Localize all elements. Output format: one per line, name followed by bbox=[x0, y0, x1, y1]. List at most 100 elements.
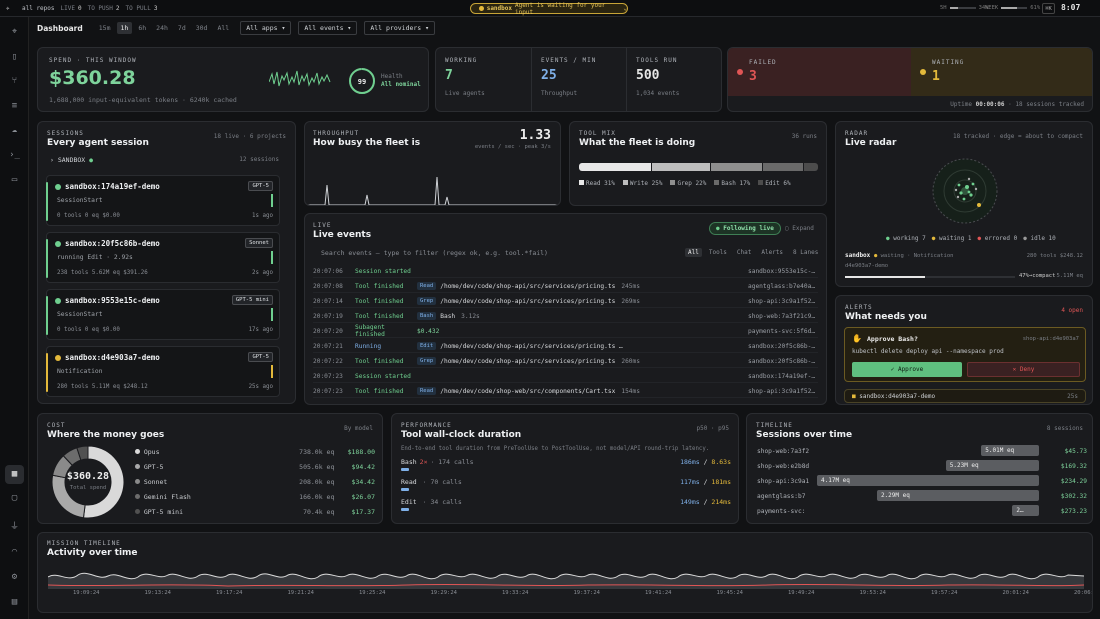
gear-icon[interactable]: ⚙ bbox=[9, 572, 20, 583]
providers-dropdown[interactable]: All providers ▾ bbox=[364, 21, 436, 35]
range-option-3[interactable]: 24h bbox=[152, 22, 172, 34]
event-tab-0[interactable]: All bbox=[685, 248, 702, 257]
session-card[interactable]: sandbox:9553e15c-demo GPT-5 mini SessionSt… bbox=[46, 289, 280, 340]
repo-selector[interactable]: all repos bbox=[22, 5, 55, 12]
timeline-track: 5.23M eq bbox=[817, 460, 1039, 471]
event-detail: /home/dev/code/shop-api/src/services/pri… bbox=[440, 297, 616, 305]
following-live-toggle[interactable]: ● Following live bbox=[709, 222, 781, 235]
plug-icon[interactable]: ⏚ bbox=[9, 522, 20, 533]
approve-button[interactable]: ✓ Approve bbox=[852, 362, 962, 377]
cost-model: Gemini Flash bbox=[143, 492, 191, 501]
live-label: LIVE bbox=[313, 222, 332, 229]
session-card[interactable]: sandbox:20f5c86b-demo Sonnet running Edit … bbox=[46, 232, 280, 283]
timeline-bar: 5.01M eq bbox=[981, 445, 1039, 456]
event-row[interactable]: 20:07:23 Session started sandbox:174a19ef-… bbox=[313, 370, 818, 383]
range-option-1[interactable]: 1h bbox=[116, 22, 133, 34]
folder-icon[interactable]: ▭ bbox=[9, 175, 20, 186]
event-tab-4[interactable]: 8 Lanes bbox=[790, 248, 821, 257]
event-row[interactable]: 20:07:23 Tool finished Read/home/dev/code/… bbox=[313, 385, 818, 398]
kpi-value: 7 bbox=[445, 68, 453, 83]
radar-legend-item: ● errored 0 bbox=[978, 235, 1018, 242]
cloud-icon[interactable]: ☁ bbox=[9, 125, 20, 136]
event-duration: 245ms bbox=[621, 282, 640, 290]
status-dot bbox=[55, 241, 61, 247]
event-row[interactable]: 20:07:21 Running Edit/home/dev/code/shop-a… bbox=[313, 340, 818, 353]
range-option-5[interactable]: 30d bbox=[192, 22, 212, 34]
next-alert-age: 25s bbox=[1067, 393, 1078, 400]
cost-row: Opus 738.0k eq $188.00 bbox=[135, 445, 375, 458]
timeline-track: 2… bbox=[817, 505, 1039, 516]
timeline-row[interactable]: payments-svc: 2… $273.23 bbox=[757, 505, 1087, 518]
timeline-eq: 2.29M eq bbox=[880, 492, 910, 499]
event-tab-1[interactable]: Tools bbox=[706, 248, 730, 257]
event-kind: Tool finished bbox=[355, 387, 404, 395]
timeline-row[interactable]: shop-web:7a3f2 5.01M eq $45.73 bbox=[757, 445, 1087, 458]
dashboard-icon[interactable]: ▦ bbox=[5, 465, 24, 484]
kpi-2: TOOLS RUN 500 1,034 events bbox=[626, 48, 721, 111]
uptime-label: Uptime bbox=[950, 101, 972, 108]
session-card[interactable]: sandbox:174a19ef-demo GPT-5 SessionStart 0 … bbox=[46, 175, 280, 226]
perf-percentiles: p50 · p95 bbox=[696, 425, 729, 432]
perf-values: 117ms / 181ms bbox=[680, 478, 731, 486]
event-row[interactable]: 20:07:14 Tool finished Grep/home/dev/code/… bbox=[313, 295, 818, 308]
toolmix-legend-item: Grep 22% bbox=[670, 180, 706, 187]
mission-tick: 19:57:24 bbox=[931, 590, 958, 596]
branch-icon[interactable]: ⑂ bbox=[9, 76, 20, 87]
mission-tick: 19:53:24 bbox=[859, 590, 887, 596]
chevron-down-icon: ⌄ bbox=[623, 5, 627, 12]
session-group-toggle[interactable]: › SANDBOX ● bbox=[50, 156, 93, 164]
waiting-banner[interactable]: sandbox Agent is waiting for your input … bbox=[470, 2, 628, 16]
event-row[interactable]: 20:07:08 Tool finished Read/home/dev/code/… bbox=[313, 280, 818, 293]
list-icon[interactable]: ≡ bbox=[9, 101, 20, 112]
timeline-row[interactable]: shop-api:3c9a1 4.17M eq $234.29 bbox=[757, 475, 1087, 488]
live-count: 0 bbox=[77, 4, 82, 12]
cost-dot bbox=[135, 509, 140, 514]
event-row[interactable]: 20:07:20 Subagent finished $0.432 payments-… bbox=[313, 324, 818, 338]
kpi-label: WORKING bbox=[445, 57, 478, 64]
timeline-row[interactable]: agentglass:b7 2.29M eq $302.32 bbox=[757, 490, 1087, 503]
next-alert[interactable]: ■ sandbox:d4e903a7-demo 25s bbox=[844, 389, 1086, 403]
mission-title: Activity over time bbox=[47, 548, 138, 558]
book-icon[interactable]: ▤ bbox=[9, 597, 20, 608]
range-option-2[interactable]: 6h bbox=[134, 22, 150, 34]
sessions-card: SESSIONS Every agent session 18 live · 6… bbox=[37, 121, 296, 404]
event-row[interactable]: 20:07:22 Tool finished Grep/home/dev/code/… bbox=[313, 355, 818, 368]
cost-model: Opus bbox=[143, 447, 160, 456]
failed-panel[interactable]: FAILED 3 bbox=[728, 48, 911, 96]
timeline-value: $45.73 bbox=[1064, 448, 1087, 455]
event-row[interactable]: 20:07:06 Session started sandbox:9553e15c-… bbox=[313, 265, 818, 278]
event-time: 20:07:23 bbox=[313, 387, 343, 395]
push-count: 2 bbox=[115, 4, 120, 12]
perf-values: 186ms / 8.63s bbox=[680, 458, 731, 466]
radar-label: RADAR bbox=[845, 130, 869, 137]
event-duration: 269ms bbox=[621, 297, 640, 305]
events-dropdown[interactable]: All events ▾ bbox=[298, 21, 358, 35]
health-score: 99 bbox=[358, 78, 366, 86]
file-icon[interactable]: ▯ bbox=[9, 52, 20, 63]
event-row[interactable]: 20:07:19 Tool finished Bash Bash 3.12s shop-w… bbox=[313, 310, 818, 323]
range-option-0[interactable]: 15m bbox=[95, 22, 115, 34]
session-stats: 0 tools 0 eq $0.00 bbox=[57, 213, 120, 219]
terminal-icon[interactable]: ›_ bbox=[9, 150, 20, 161]
legend-dot: ● bbox=[977, 235, 985, 242]
expand-button[interactable]: ▢ Expand bbox=[785, 225, 814, 232]
rocket-icon[interactable]: ⌖ bbox=[9, 27, 20, 38]
timeline-row[interactable]: shop-web:e2b8d 5.23M eq $169.32 bbox=[757, 460, 1087, 473]
spend-sparkline bbox=[269, 70, 331, 87]
legend-pct: 17% bbox=[739, 180, 751, 187]
perf-p95: 181ms bbox=[711, 478, 731, 486]
range-option-4[interactable]: 7d bbox=[174, 22, 190, 34]
event-tab-2[interactable]: Chat bbox=[734, 248, 754, 257]
deny-button[interactable]: ✕ Deny bbox=[967, 362, 1080, 377]
range-option-6[interactable]: All bbox=[213, 22, 233, 34]
event-tab-3[interactable]: Alerts bbox=[758, 248, 786, 257]
session-card[interactable]: sandbox:d4e903a7-demo GPT-5 Notification 28… bbox=[46, 346, 280, 397]
apps-dropdown[interactable]: All apps ▾ bbox=[240, 21, 292, 35]
event-session: shop-web:7a3f21c9… bbox=[748, 312, 816, 320]
event-search-input[interactable]: Search events — type to filter (regex ok… bbox=[313, 247, 613, 260]
signal-icon[interactable]: ◠ bbox=[9, 547, 20, 558]
chat-icon[interactable]: ▢ bbox=[9, 493, 20, 504]
waiting-panel[interactable]: WAITING 1 bbox=[911, 48, 1092, 96]
command-palette-button[interactable]: ⌘K bbox=[1042, 3, 1055, 14]
event-kind: Tool finished bbox=[355, 312, 404, 320]
